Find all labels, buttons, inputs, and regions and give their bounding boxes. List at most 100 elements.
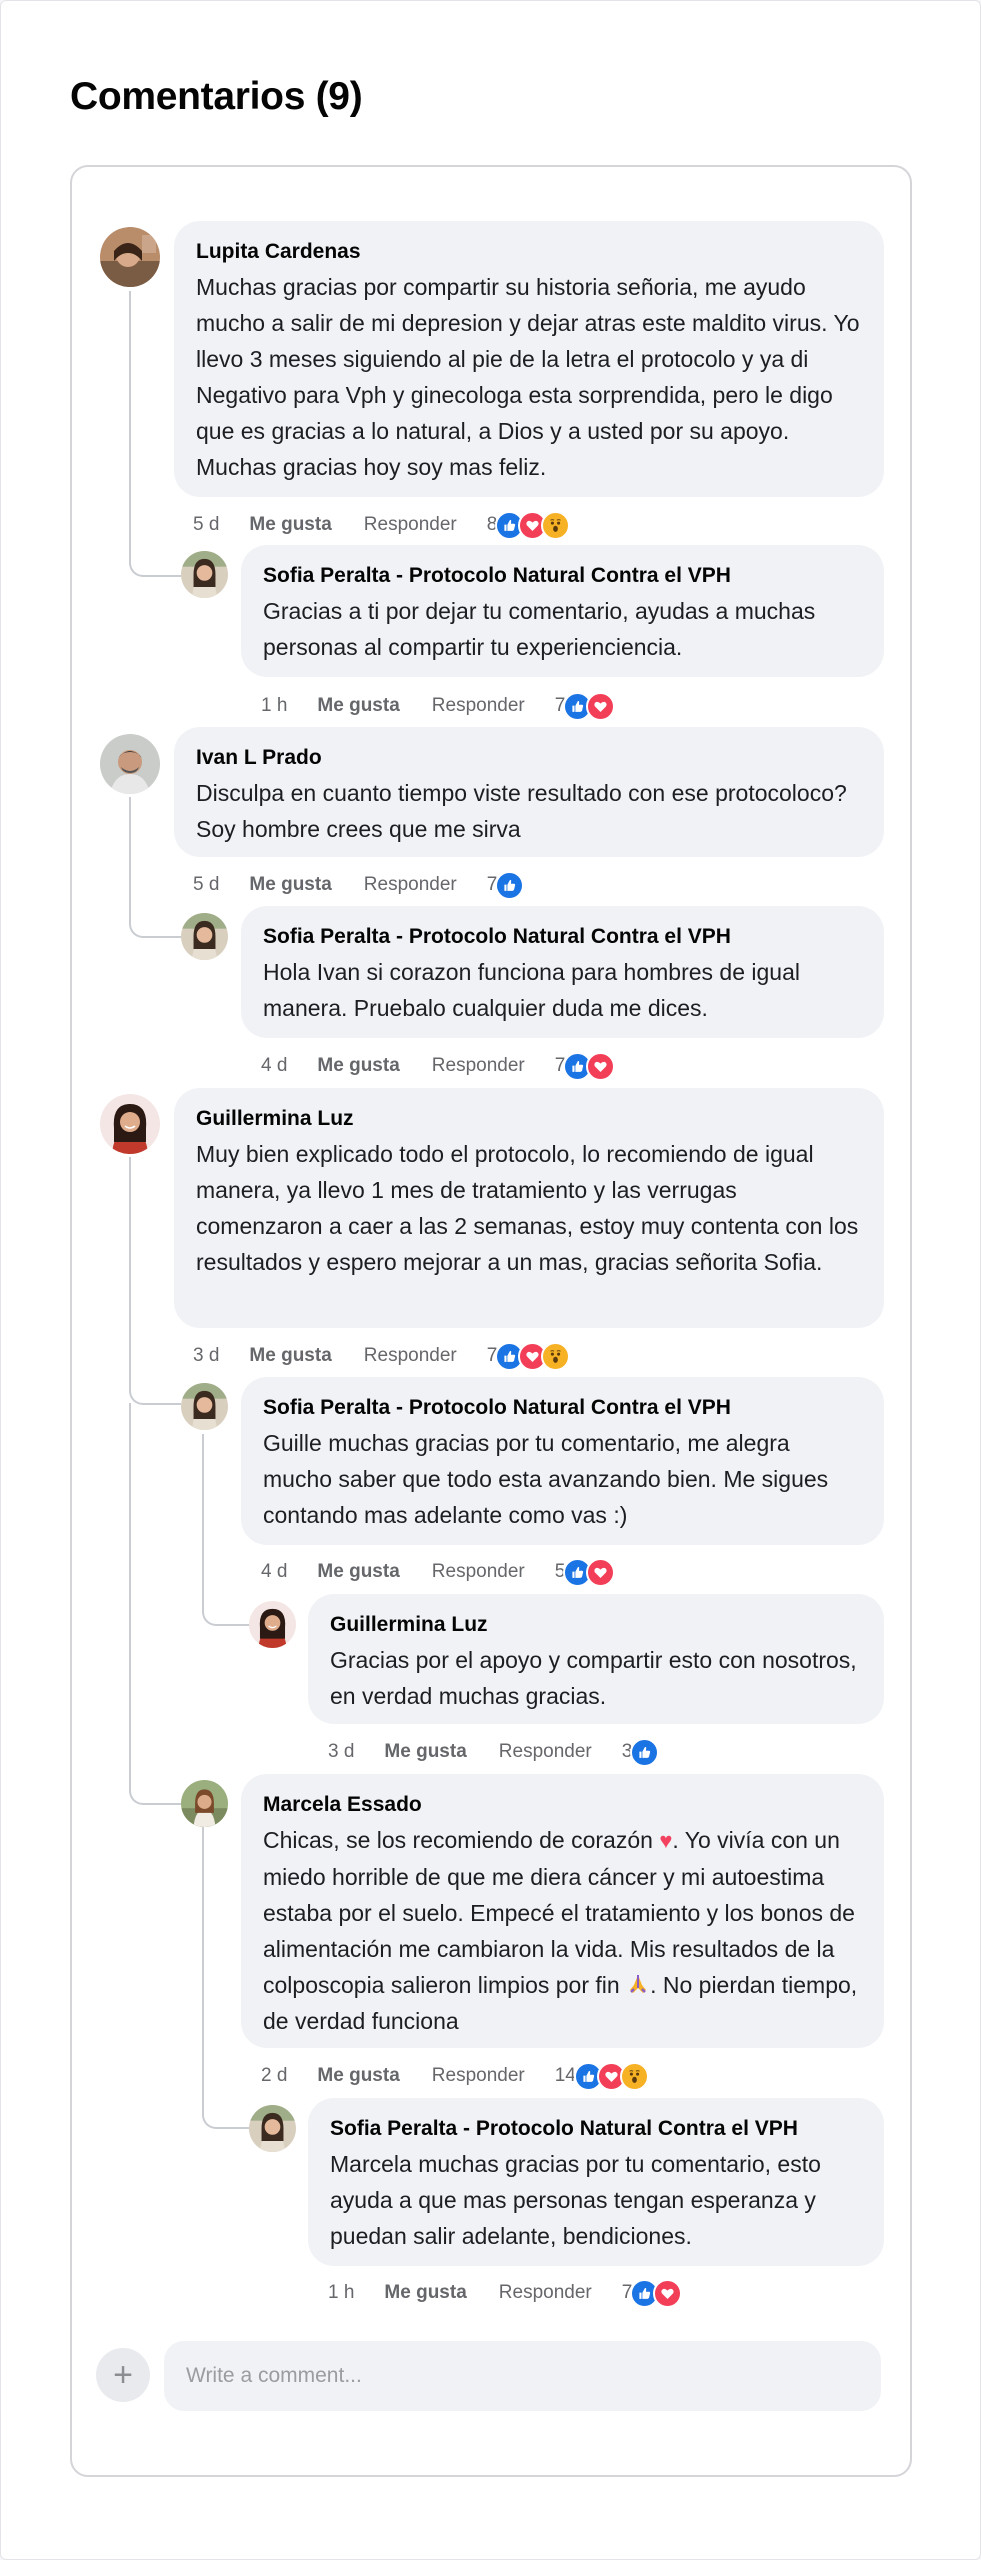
avatar[interactable] [249,2105,296,2152]
comment-time[interactable]: 4 d [261,1561,287,1583]
reply-button[interactable]: Responder [432,1561,525,1583]
wow-icon [541,1341,571,1371]
wow-icon [541,510,571,540]
wow-icon [619,2061,649,2091]
comment-author[interactable]: Guillermina Luz [330,1612,862,1638]
comment-actions: 3 d Me gusta Responder 7 [193,1341,571,1371]
comment-time[interactable]: 4 d [261,1055,287,1077]
reaction-summary[interactable]: 14 [554,2061,649,2091]
like-button[interactable]: Me gusta [384,2282,466,2304]
comment-input[interactable] [164,2341,881,2411]
comment-text: Marcela muchas gracias por tu comentario… [330,2151,821,2249]
like-button[interactable]: Me gusta [317,695,399,717]
avatar[interactable] [249,1601,296,1648]
comment-actions: 1 h Me gusta Responder 7 [261,691,616,721]
avatar[interactable] [181,913,228,960]
heart-emoji-icon: ♥ [659,1828,673,1853]
love-icon [586,1557,616,1587]
comment-bubble: Ivan L Prado Disculpa en cuanto tiempo v… [174,727,884,857]
reaction-summary[interactable]: 8 [487,510,571,540]
comment-text: Chicas, se los recomiendo de corazón ♥. … [263,1822,862,2039]
avatar[interactable] [181,1383,228,1430]
comment-time[interactable]: 1 h [328,2282,354,2304]
reply-button[interactable]: Responder [432,1055,525,1077]
avatar[interactable] [100,734,160,794]
like-icon [495,870,525,900]
like-button[interactable]: Me gusta [317,1561,399,1583]
comment-text: Guille muchas gracias por tu comentario,… [263,1430,829,1528]
avatar[interactable] [100,1094,160,1154]
avatar[interactable] [181,551,228,598]
reaction-summary[interactable]: 3 [622,1737,660,1767]
reaction-count: 14 [554,2065,576,2086]
like-button[interactable]: Me gusta [384,1741,466,1763]
comment-actions: 4 d Me gusta Responder 7 [261,1051,616,1081]
comment-time[interactable]: 1 h [261,695,287,717]
comments-title: Comentarios (9) [70,75,363,118]
avatar[interactable] [181,1780,228,1827]
comment-author[interactable]: Sofia Peralta - Protocolo Natural Contra… [263,1395,862,1421]
comment-time[interactable]: 5 d [193,514,219,536]
comment-actions: 1 h Me gusta Responder 7 [328,2278,683,2308]
reaction-summary[interactable]: 7 [487,870,525,900]
reply-button[interactable]: Responder [364,1345,457,1367]
comment-author[interactable]: Marcela Essado [263,1792,862,1818]
comment-actions: 2 d Me gusta Responder 14 [261,2061,649,2091]
page: Comentarios (9) Lupita Cardenas Muchas g… [0,0,981,2560]
comment-time[interactable]: 3 d [193,1345,219,1367]
reply-button[interactable]: Responder [364,514,457,536]
like-button[interactable]: Me gusta [249,1345,331,1367]
comment-time[interactable]: 3 d [328,1741,354,1763]
comment-time[interactable]: 2 d [261,2065,287,2087]
comment-text-part: Chicas, se los recomiendo de corazón [263,1827,660,1853]
praying-hands-emoji-icon [626,1970,650,1994]
comment-text: Muchas gracias por compartir su historia… [196,274,860,480]
comment-bubble: Sofia Peralta - Protocolo Natural Contra… [241,906,884,1038]
like-button[interactable]: Me gusta [317,1055,399,1077]
comment-bubble: Marcela Essado Chicas, se los recomiendo… [241,1774,884,2048]
reply-button[interactable]: Responder [432,695,525,717]
comment-text: Hola Ivan si corazon funciona para hombr… [263,959,800,1021]
reply-button[interactable]: Responder [499,2282,592,2304]
comment-bubble: Guillermina Luz Muy bien explicado todo … [174,1088,884,1328]
comment-text: Muy bien explicado todo el protocolo, lo… [196,1141,859,1275]
like-button[interactable]: Me gusta [317,2065,399,2087]
avatar[interactable] [100,227,160,287]
comment-composer: + [96,2341,881,2411]
comment-author[interactable]: Ivan L Prado [196,745,862,771]
comment-author[interactable]: Sofia Peralta - Protocolo Natural Contra… [263,563,862,589]
comment-actions: 5 d Me gusta Responder 7 [193,870,525,900]
comment-author[interactable]: Sofia Peralta - Protocolo Natural Contra… [330,2116,862,2142]
comment-bubble: Lupita Cardenas Muchas gracias por compa… [174,221,884,497]
comment-bubble: Guillermina Luz Gracias por el apoyo y c… [308,1594,884,1724]
comment-bubble: Sofia Peralta - Protocolo Natural Contra… [241,545,884,677]
thread-line [129,1403,181,1805]
comment-actions: 5 d Me gusta Responder 8 [193,510,571,540]
comment-actions: 4 d Me gusta Responder 5 [261,1557,616,1587]
reaction-summary[interactable]: 7 [622,2278,683,2308]
reply-button[interactable]: Responder [364,874,457,896]
plus-icon[interactable]: + [96,2348,150,2402]
comment-text: Disculpa en cuanto tiempo viste resultad… [196,780,847,842]
love-icon [586,1051,616,1081]
like-icon [630,1737,660,1767]
comment-author[interactable]: Sofia Peralta - Protocolo Natural Contra… [263,924,862,950]
reaction-summary[interactable]: 5 [555,1557,616,1587]
reply-button[interactable]: Responder [499,1741,592,1763]
love-icon [653,2278,683,2308]
comment-bubble: Sofia Peralta - Protocolo Natural Contra… [308,2098,884,2266]
love-icon [586,691,616,721]
reaction-summary[interactable]: 7 [555,691,616,721]
like-button[interactable]: Me gusta [249,514,331,536]
comment-author[interactable]: Lupita Cardenas [196,239,862,265]
reply-button[interactable]: Responder [432,2065,525,2087]
like-button[interactable]: Me gusta [249,874,331,896]
comment-text: Gracias por el apoyo y compartir esto co… [330,1647,857,1709]
comment-actions: 3 d Me gusta Responder 3 [328,1737,660,1767]
comment-text: Gracias a ti por dejar tu comentario, ay… [263,598,816,660]
comment-time[interactable]: 5 d [193,874,219,896]
comment-author[interactable]: Guillermina Luz [196,1106,862,1132]
comment-bubble: Sofia Peralta - Protocolo Natural Contra… [241,1377,884,1545]
reaction-summary[interactable]: 7 [555,1051,616,1081]
reaction-summary[interactable]: 7 [487,1341,571,1371]
